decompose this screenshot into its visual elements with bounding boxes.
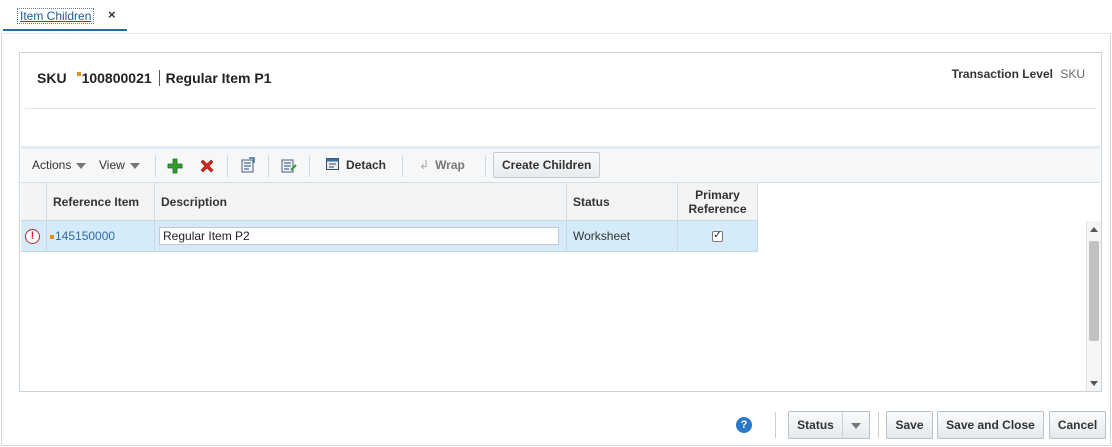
vertical-scrollbar[interactable] <box>1086 221 1101 391</box>
header-divider <box>25 108 1096 109</box>
page-title: SKU 100800021 Regular Item P1 <box>37 70 271 87</box>
table-row[interactable]: ! 145150000 Worksheet ✓ <box>21 221 758 252</box>
chevron-down-icon <box>129 162 140 169</box>
primary-reference-line2: Reference <box>688 201 747 216</box>
primary-reference-cell: ✓ <box>678 221 758 251</box>
row-header-column <box>21 183 47 220</box>
view-label: View <box>99 158 125 172</box>
reference-item-link[interactable]: 145150000 <box>55 229 115 243</box>
description-cell <box>155 221 567 251</box>
wrap-icon: ↲ <box>419 158 430 172</box>
row-error-cell: ! <box>21 221 47 251</box>
detach-label: Detach <box>346 158 387 172</box>
detach-icon <box>326 158 339 170</box>
table-body: ! 145150000 Worksheet ✓ <box>21 221 1100 390</box>
item-children-panel: SKU 100800021 Regular Item P1 Transaction … <box>19 52 1102 392</box>
tab-label[interactable]: Item Children <box>17 8 95 24</box>
column-header-status[interactable]: Status <box>567 183 678 220</box>
table-toolbar: Actions View Detach ↲ Wrap Create Childr… <box>21 146 1100 183</box>
add-icon[interactable] <box>166 157 184 175</box>
footer-divider <box>878 412 879 438</box>
chevron-down-icon <box>76 162 87 169</box>
scroll-down-icon[interactable] <box>1090 381 1098 386</box>
primary-reference-line1: Primary <box>695 187 740 202</box>
export-icon[interactable] <box>239 157 257 175</box>
detach-button[interactable]: Detach <box>325 149 386 183</box>
transaction-level: Transaction Level SKU <box>952 67 1085 81</box>
sku-value: 100800021 <box>81 70 152 86</box>
toolbar-divider <box>268 155 269 177</box>
edit-list-icon[interactable] <box>280 157 298 175</box>
wrap-button[interactable]: ↲ Wrap <box>419 149 465 183</box>
tab-strip: Item Children × <box>0 0 1112 34</box>
scroll-thumb[interactable] <box>1089 241 1099 341</box>
delete-icon[interactable] <box>198 157 216 175</box>
save-button[interactable]: Save <box>886 411 933 439</box>
tab-item-children[interactable]: Item Children × <box>3 5 127 31</box>
required-marker-icon <box>50 235 54 239</box>
view-menu[interactable]: View <box>99 149 140 183</box>
transaction-level-label: Transaction Level <box>951 67 1053 81</box>
toolbar-divider <box>155 155 156 177</box>
chevron-down-icon <box>851 423 861 429</box>
create-children-button[interactable]: Create Children <box>493 152 601 178</box>
required-marker-icon <box>76 72 81 76</box>
toolbar-divider <box>485 155 486 177</box>
cancel-button[interactable]: Cancel <box>1049 411 1106 439</box>
primary-reference-checkbox[interactable]: ✓ <box>712 230 723 242</box>
reference-item-cell: 145150000 <box>47 221 155 251</box>
toolbar-divider <box>227 155 228 177</box>
close-icon[interactable]: × <box>108 7 116 22</box>
status-cell: Worksheet <box>567 221 678 251</box>
wrap-label: Wrap <box>435 158 465 172</box>
scroll-up-icon[interactable] <box>1090 227 1098 232</box>
save-and-close-button[interactable]: Save and Close <box>937 411 1044 439</box>
transaction-level-value: SKU <box>1060 67 1085 81</box>
column-header-reference-item[interactable]: Reference Item <box>47 183 155 220</box>
title-divider <box>158 70 160 87</box>
actions-label: Actions <box>32 158 72 172</box>
help-icon[interactable]: ? <box>736 417 752 433</box>
item-name: Regular Item P1 <box>165 70 272 86</box>
status-dropdown-button[interactable] <box>842 411 870 439</box>
toolbar-divider <box>402 155 403 177</box>
description-field[interactable] <box>159 227 559 245</box>
column-header-primary-reference[interactable]: Primary Reference <box>678 183 758 220</box>
footer-divider <box>775 412 776 438</box>
status-button[interactable]: Status <box>788 411 843 439</box>
table-header: Reference Item Description Status Primar… <box>21 183 758 221</box>
sku-label: SKU <box>37 70 67 86</box>
toolbar-divider <box>309 155 310 177</box>
column-header-description[interactable]: Description <box>155 183 567 220</box>
error-icon[interactable]: ! <box>25 228 40 244</box>
actions-menu[interactable]: Actions <box>32 149 87 183</box>
